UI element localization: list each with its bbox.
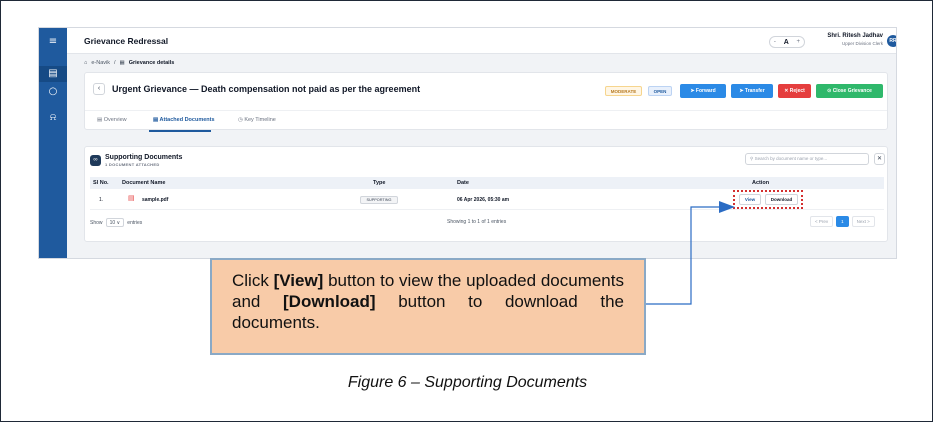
breadcrumb-current: Grievance details [128, 60, 175, 66]
column-action: Action [752, 180, 770, 186]
section-subheading: 1 DOCUMENT ATTACHED [105, 162, 160, 167]
cell-sl-no: 1. [99, 197, 104, 203]
figure-caption: Figure 6 – Supporting Documents [347, 374, 588, 391]
reject-button[interactable]: ✕ Reject [778, 84, 811, 98]
entries-select[interactable]: 10 ∨ [105, 218, 124, 227]
highlight-box [733, 190, 803, 209]
callout-view-label: [View] [273, 271, 324, 290]
font-reset-button[interactable]: A [784, 39, 789, 46]
circle-icon[interactable]: ○ [39, 84, 67, 100]
section-heading: Supporting Documents [105, 154, 183, 161]
page-title: Urgent Grievance — Death compensation no… [112, 84, 421, 94]
pdf-file-icon: ▤ [128, 195, 135, 202]
priority-badge: MODERATE [605, 86, 642, 96]
column-document-name: Document Name [122, 180, 166, 186]
menu-icon[interactable]: ≡ [39, 34, 67, 50]
breadcrumb: ⌂ e-Navik / ▦ Grievance details [84, 60, 174, 66]
font-increase-button[interactable]: + [797, 39, 801, 45]
home-icon[interactable]: ⌂ [84, 60, 87, 66]
document-frame: ≡ ▤ ○ ⍾ Grievance Redressal - A + Shri. … [0, 0, 933, 422]
font-size-control[interactable]: - A + [769, 36, 805, 48]
breadcrumb-separator: / [113, 60, 116, 66]
type-badge: SUPPORTING [360, 196, 398, 204]
cell-date: 06 Apr 2026, 05:30 am [457, 197, 510, 203]
entries-control: Show 10 ∨ entries [90, 218, 142, 227]
user-name: Shri. Ritesh Jadhav [827, 33, 883, 39]
back-button[interactable]: ‹ [93, 83, 105, 95]
tab-bar: ▤ Overview ▤ Attached Documents ◷ Key Ti… [85, 110, 887, 132]
tab-overview[interactable]: ▤ Overview [97, 117, 127, 123]
supporting-documents-card: ∞ Supporting Documents 1 DOCUMENT ATTACH… [84, 146, 888, 242]
avatar[interactable]: RR [887, 35, 896, 47]
grid-icon: ▦ [119, 60, 125, 66]
active-tab-indicator [149, 130, 211, 132]
table-info: Showing 1 to 1 of 1 entries [447, 219, 507, 225]
pagination: < Prev 1 Next > [810, 216, 875, 227]
tab-key-timeline[interactable]: ◷ Key Timeline [238, 117, 276, 123]
callout-text-1: Click [232, 271, 274, 290]
tab-attached-documents[interactable]: ▤ Attached Documents [153, 117, 215, 123]
status-badge: OPEN [648, 86, 672, 96]
table-row: 1. ▤ sample.pdf SUPPORTING 06 Apr 2026, … [90, 189, 884, 210]
document-icon[interactable]: ▤ [39, 66, 67, 82]
user-role: Upper Division Clerk [841, 41, 883, 46]
column-sl-no: Sl No. [93, 180, 109, 186]
font-decrease-button[interactable]: - [774, 39, 776, 45]
transfer-button[interactable]: ➤ Transfer [731, 84, 773, 98]
entries-label: entries [127, 220, 143, 226]
breadcrumb-home[interactable]: e-Navik [91, 60, 110, 66]
app-screenshot: ≡ ▤ ○ ⍾ Grievance Redressal - A + Shri. … [38, 27, 897, 259]
show-label: Show [90, 220, 103, 226]
clear-search-button[interactable]: ✕ [874, 153, 885, 165]
search-placeholder: Search by document name or type... [754, 156, 828, 161]
bell-icon[interactable]: ⍾ [39, 110, 67, 126]
app-title: Grievance Redressal [84, 36, 169, 46]
top-bar: Grievance Redressal - A + Shri. Ritesh J… [67, 28, 896, 54]
search-icon: ⚲ [750, 156, 754, 161]
next-page-button[interactable]: Next > [851, 216, 875, 227]
cell-document-name: sample.pdf [142, 197, 169, 203]
grievance-header-card: ‹ Urgent Grievance — Death compensation … [84, 72, 888, 132]
sidebar: ≡ ▤ ○ ⍾ [39, 28, 67, 258]
column-type: Type [373, 180, 386, 186]
close-grievance-button[interactable]: ⊙ Close Grievance [816, 84, 883, 98]
page-button-1[interactable]: 1 [836, 216, 849, 227]
paperclip-icon: ∞ [90, 155, 101, 166]
instruction-callout: Click [View] button to view the uploaded… [210, 258, 646, 355]
search-input[interactable]: ⚲ Search by document name or type... [745, 153, 869, 165]
table-header: Sl No. Document Name Type Date Action [90, 177, 884, 189]
callout-download-label: [Download] [283, 292, 376, 311]
prev-page-button[interactable]: < Prev [810, 216, 834, 227]
column-date: Date [457, 180, 469, 186]
forward-button[interactable]: ➤ Forward [680, 84, 726, 98]
